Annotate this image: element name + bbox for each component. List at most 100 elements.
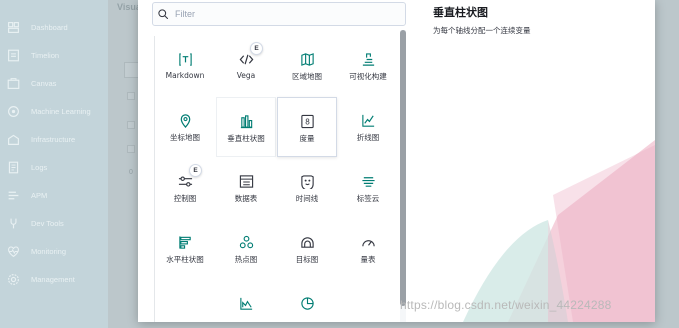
area-chart-icon xyxy=(238,295,254,311)
timeline-icon xyxy=(299,173,315,189)
nav-item-monitoring[interactable]: Monitoring xyxy=(0,239,108,263)
tile-data-table[interactable]: 数据表 xyxy=(216,158,276,218)
background-pagination-text: 0 xyxy=(129,169,133,176)
tile-vertical-bar[interactable]: 垂直柱状图 xyxy=(216,97,276,157)
tile-tag-cloud[interactable]: 标签云 xyxy=(338,158,398,218)
decorative-illustration xyxy=(463,140,655,322)
experimental-badge: E xyxy=(250,42,263,55)
tile-label: Vega xyxy=(236,71,256,80)
data-table-icon xyxy=(238,173,254,189)
tile-label: 坐标地图 xyxy=(170,133,200,142)
tile-metric[interactable]: 8 度量 xyxy=(277,97,337,157)
tile-horizontal-bar[interactable]: 水平柱状图 xyxy=(155,219,215,279)
tile-vega[interactable]: E Vega xyxy=(216,36,276,96)
list-scrollbar[interactable] xyxy=(400,30,406,322)
tile-label: 热点图 xyxy=(234,255,258,264)
background-checkbox xyxy=(127,92,135,100)
nav-item-dashboard[interactable]: Dashboard xyxy=(0,15,108,39)
tile-label: 可视化构建 xyxy=(349,72,387,81)
tile-label: 折线图 xyxy=(356,133,380,142)
nav-item-apm[interactable]: APM xyxy=(0,183,108,207)
nav-label: Dashboard xyxy=(31,22,68,32)
tile-label: 水平柱状图 xyxy=(166,255,204,264)
background-checkbox xyxy=(127,121,135,129)
background-checkbox xyxy=(127,145,135,153)
pie-chart-icon xyxy=(299,295,315,311)
visual-builder-icon xyxy=(360,51,376,67)
sidebar-nav: Dashboard Timelion Canvas Machine Learni… xyxy=(0,0,108,328)
nav-label: Monitoring xyxy=(31,246,67,256)
description-panel: 垂直柱状图 为每个轴线分配一个连续变量 xyxy=(408,0,655,322)
visualization-grid: Markdown E Vega 区域地图 可视化构建 坐标地图 垂直柱状图 8 … xyxy=(154,36,402,322)
nav-item-dev-tools[interactable]: Dev Tools xyxy=(0,211,108,235)
visualization-title: 垂直柱状图 xyxy=(433,6,488,19)
nav-label: Timelion xyxy=(31,50,60,60)
tile-label: 标签云 xyxy=(356,194,380,203)
tile-label: 量表 xyxy=(360,255,376,264)
tile-pie-chart[interactable] xyxy=(277,280,337,322)
nav-label: Infrastructure xyxy=(31,134,76,144)
logs-icon xyxy=(6,160,20,174)
tile-area-chart[interactable] xyxy=(216,280,276,322)
timelion-icon xyxy=(6,48,20,62)
visualization-type-list: Markdown E Vega 区域地图 可视化构建 坐标地图 垂直柱状图 xyxy=(138,0,408,322)
tag-cloud-icon xyxy=(360,173,376,189)
tile-label: Markdown xyxy=(165,71,205,80)
nav-item-logs[interactable]: Logs xyxy=(0,155,108,179)
tile-coordinate-map[interactable]: 坐标地图 xyxy=(155,97,215,157)
search-icon xyxy=(156,7,170,21)
line-chart-icon xyxy=(360,112,376,128)
experimental-badge: E xyxy=(189,164,202,177)
nav-item-timelion[interactable]: Timelion xyxy=(0,43,108,67)
nav-item-canvas[interactable]: Canvas xyxy=(0,71,108,95)
svg-text:8: 8 xyxy=(305,117,310,126)
goal-icon xyxy=(299,234,315,250)
markdown-icon xyxy=(177,51,193,67)
search-field[interactable] xyxy=(152,2,406,26)
canvas-icon xyxy=(6,76,20,90)
new-visualization-modal: Markdown E Vega 区域地图 可视化构建 坐标地图 垂直柱状图 xyxy=(138,0,655,322)
search-input[interactable] xyxy=(175,9,395,19)
monitoring-icon xyxy=(6,244,20,258)
infrastructure-icon xyxy=(6,132,20,146)
tile-label: 目标图 xyxy=(295,255,319,264)
tile-label: 垂直柱状图 xyxy=(227,134,265,143)
nav-label: Machine Learning xyxy=(31,106,91,116)
nav-item-infrastructure[interactable]: Infrastructure xyxy=(0,127,108,151)
tile-region-map[interactable]: 区域地图 xyxy=(277,36,337,96)
tile-label: 控制图 xyxy=(173,194,197,203)
machine-learning-icon xyxy=(6,104,20,118)
nav-label: Dev Tools xyxy=(31,218,64,228)
tile-controls[interactable]: E 控制图 xyxy=(155,158,215,218)
tile-markdown[interactable]: Markdown xyxy=(155,36,215,96)
nav-item-machine-learning[interactable]: Machine Learning xyxy=(0,99,108,123)
tile-gauge[interactable]: 量表 xyxy=(338,219,398,279)
scrollbar-thumb[interactable] xyxy=(400,30,406,306)
nav-item-management[interactable]: Management xyxy=(0,267,108,291)
management-icon xyxy=(6,272,20,286)
dashboard-icon xyxy=(6,20,20,34)
tile-visual-builder[interactable]: 可视化构建 xyxy=(338,36,398,96)
tile-label: 区域地图 xyxy=(292,72,322,81)
watermark: https://blog.csdn.net/weixin_44224288 xyxy=(400,298,612,312)
dev-tools-icon xyxy=(6,216,20,230)
metric-icon: 8 xyxy=(299,113,315,129)
tile-label: 时间线 xyxy=(295,194,319,203)
apm-icon xyxy=(6,188,20,202)
coordinate-map-icon xyxy=(177,112,193,128)
visualization-description: 为每个轴线分配一个连续变量 xyxy=(433,26,531,35)
horizontal-bar-icon xyxy=(177,234,193,250)
tile-goal[interactable]: 目标图 xyxy=(277,219,337,279)
region-map-icon xyxy=(299,51,315,67)
gauge-icon xyxy=(360,234,376,250)
nav-label: Logs xyxy=(31,162,48,172)
tile-timeline[interactable]: 时间线 xyxy=(277,158,337,218)
tile-heat-map[interactable]: 热点图 xyxy=(216,219,276,279)
vertical-bar-icon xyxy=(238,113,254,129)
vega-icon: E xyxy=(238,42,263,67)
tile-label: 度量 xyxy=(299,134,315,143)
tile-line-chart[interactable]: 折线图 xyxy=(338,97,398,157)
tile-label: 数据表 xyxy=(234,194,258,203)
heat-map-icon xyxy=(238,234,254,250)
nav-label: Canvas xyxy=(31,78,57,88)
